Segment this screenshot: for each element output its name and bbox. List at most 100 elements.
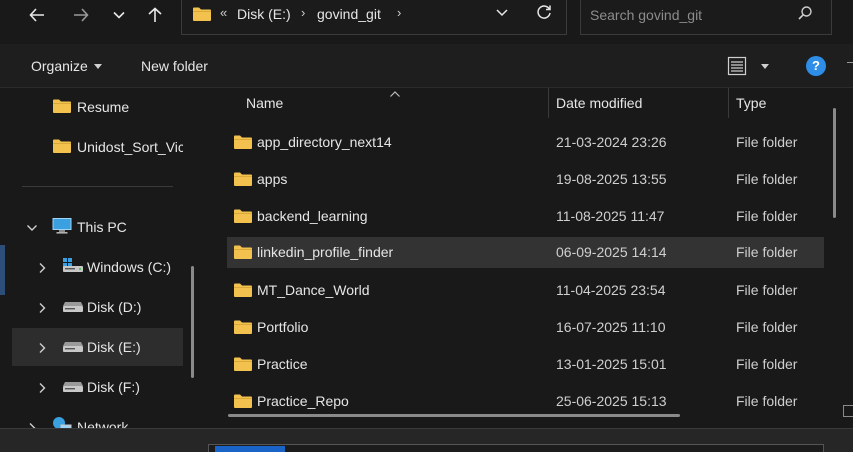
file-name: Portfolio [257, 319, 309, 335]
nav-item-label: Unidost_Sort_Vic [77, 139, 183, 155]
file-type: File folder [736, 171, 798, 187]
organize-button[interactable]: Organize [31, 58, 102, 74]
drive-icon [62, 340, 84, 356]
file-name: app_directory_next14 [257, 134, 392, 150]
nav-scrollbar[interactable] [191, 266, 194, 378]
nav-item-disk-e[interactable]: Disk (E:) [12, 328, 183, 366]
file-row[interactable]: app_directory_next14 21-03-2024 23:26 Fi… [227, 127, 824, 158]
file-type: File folder [736, 244, 798, 260]
toolbar-edge [847, 62, 853, 74]
file-date: 06-09-2025 14:14 [556, 244, 667, 260]
nav-item-disk-d[interactable]: Disk (D:) [12, 288, 183, 326]
breadcrumb-govind-git[interactable]: govind_git [317, 6, 381, 22]
folder-icon [233, 356, 253, 375]
chevron-down-icon[interactable] [104, 0, 134, 30]
file-row[interactable]: Practice_Repo 25-06-2025 15:13 File fold… [227, 386, 824, 417]
file-name: Practice [257, 356, 308, 372]
chevron-right-icon[interactable] [36, 381, 48, 397]
column-header-name[interactable]: Name [246, 95, 283, 111]
breadcrumb-separator[interactable]: › [397, 5, 401, 20]
drive-icon [62, 380, 84, 396]
file-row-hovered[interactable]: linkedin_profile_finder 06-09-2025 14:14… [227, 237, 824, 268]
navigation-pane: Resume Unidost_Sort_Vic This PC Windows … [12, 88, 205, 435]
search-box[interactable] [580, 0, 832, 35]
breadcrumb-disk-e[interactable]: Disk (E:) [237, 6, 291, 22]
file-name: Practice_Repo [257, 393, 349, 409]
chevron-right-icon[interactable] [36, 261, 48, 277]
file-row[interactable]: Practice 13-01-2025 15:01 File folder [227, 349, 824, 380]
up-arrow-icon[interactable] [140, 0, 170, 30]
horizontal-scrollbar[interactable] [228, 414, 680, 417]
nav-item-disk-f[interactable]: Disk (F:) [12, 368, 183, 406]
view-options-caret-icon[interactable] [761, 64, 769, 69]
vertical-scrollbar[interactable] [833, 108, 836, 218]
address-history-chevron-icon[interactable] [494, 4, 510, 23]
nav-item-this-pc[interactable]: This PC [12, 208, 183, 246]
organize-label: Organize [31, 58, 88, 74]
windows-drive-icon [62, 257, 84, 276]
file-date: 16-07-2025 11:10 [556, 319, 666, 335]
sort-ascending-icon [389, 88, 401, 101]
file-row[interactable]: MT_Dance_World 11-04-2025 23:54 File fol… [227, 275, 824, 306]
overflow-chevron[interactable]: « [220, 5, 227, 20]
chevron-down-icon[interactable] [26, 221, 38, 237]
bottom-bar [0, 428, 853, 452]
file-name: linkedin_profile_finder [257, 244, 394, 260]
folder-icon [233, 282, 253, 301]
drive-icon [62, 300, 84, 316]
file-date: 25-06-2025 15:13 [556, 393, 667, 409]
file-name: backend_learning [257, 208, 368, 224]
file-date: 21-03-2024 23:26 [556, 134, 667, 150]
file-date: 11-08-2025 11:47 [556, 208, 665, 224]
folder-icon [233, 244, 253, 263]
nav-item-resume[interactable]: Resume [12, 88, 183, 126]
file-date: 19-08-2025 13:55 [556, 171, 667, 187]
file-type: File folder [736, 208, 798, 224]
forward-arrow-icon[interactable] [66, 0, 96, 30]
column-separator[interactable] [728, 88, 729, 118]
file-type: File folder [736, 282, 798, 298]
file-name: MT_Dance_World [257, 282, 370, 298]
search-input[interactable] [581, 4, 791, 26]
column-separator[interactable] [548, 88, 549, 118]
nav-item-label: This PC [77, 219, 127, 235]
column-header-date[interactable]: Date modified [556, 95, 642, 111]
folder-icon [52, 138, 72, 157]
address-bar[interactable]: « Disk (E:) › govind_git › [181, 0, 567, 35]
text-selection [215, 446, 285, 452]
back-arrow-icon[interactable] [22, 0, 52, 30]
file-type: File folder [736, 134, 798, 150]
search-icon[interactable] [797, 5, 813, 24]
nav-item-label: Disk (E:) [87, 339, 141, 355]
new-folder-button[interactable]: New folder [141, 58, 208, 74]
help-icon[interactable]: ? [806, 56, 826, 76]
folder-icon [233, 208, 253, 227]
file-type: File folder [736, 356, 798, 372]
refresh-icon[interactable] [535, 3, 553, 24]
nav-divider [22, 186, 173, 187]
nav-item-windows-c[interactable]: Windows (C:) [12, 248, 183, 286]
file-name-field[interactable] [208, 444, 824, 452]
nav-item-label: Resume [77, 99, 130, 115]
chevron-right-icon[interactable] [36, 341, 48, 357]
window-edge-accent [0, 245, 5, 295]
nav-item-label: Disk (D:) [87, 299, 142, 315]
nav-item-label: Windows (C:) [87, 259, 172, 275]
file-date: 13-01-2025 15:01 [556, 356, 667, 372]
folder-icon [52, 98, 72, 117]
column-header-type[interactable]: Type [736, 95, 766, 111]
folder-icon [192, 6, 212, 25]
view-details-icon[interactable] [727, 56, 747, 79]
file-list: Name Date modified Type app_directory_ne… [207, 88, 840, 428]
file-type: File folder [736, 319, 798, 335]
file-name: apps [257, 171, 288, 187]
right-gutter [840, 88, 853, 428]
file-row[interactable]: Portfolio 16-07-2025 11:10 File folder [227, 312, 824, 343]
command-bar: Organize New folder ? [0, 44, 853, 88]
breadcrumb-separator[interactable]: › [301, 5, 305, 20]
chevron-right-icon[interactable] [36, 301, 48, 317]
nav-item-unidost[interactable]: Unidost_Sort_Vic [12, 128, 183, 166]
file-row[interactable]: apps 19-08-2025 13:55 File folder [227, 164, 824, 195]
folder-icon [233, 319, 253, 338]
file-row[interactable]: backend_learning 11-08-2025 11:47 File f… [227, 201, 824, 232]
